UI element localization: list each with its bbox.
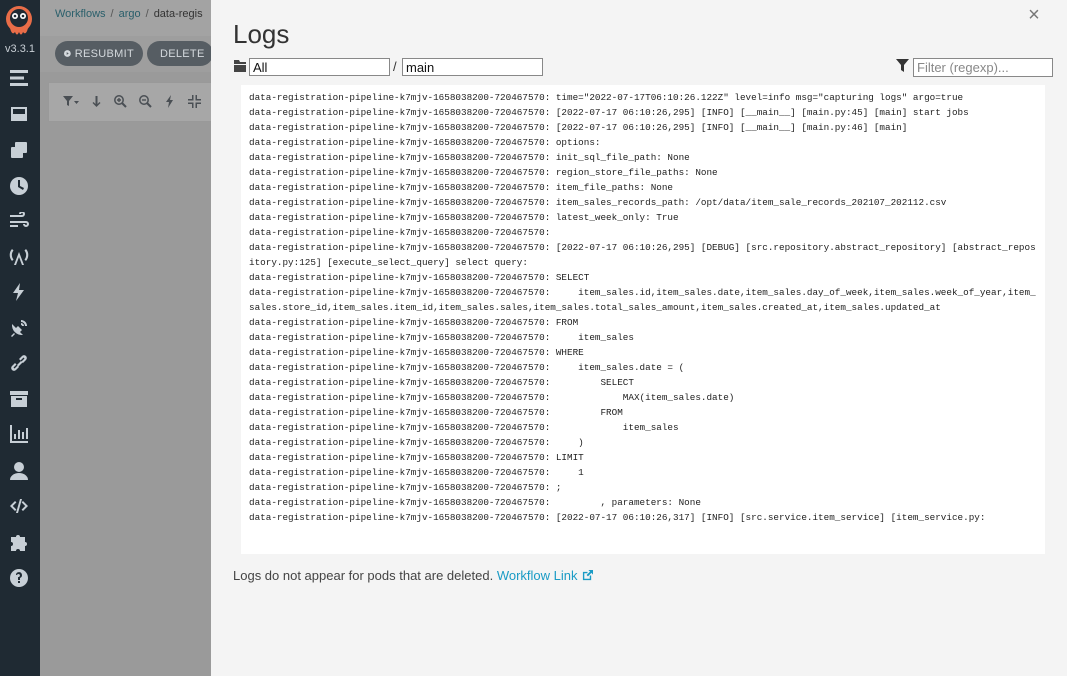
log-line: data-registration-pipeline-k7mjv-1658038… — [249, 182, 674, 193]
timeline-icon[interactable] — [8, 67, 30, 89]
chart-icon[interactable] — [8, 423, 30, 445]
breadcrumb-namespace[interactable]: argo — [119, 8, 141, 20]
bolt-small-icon[interactable] — [162, 93, 178, 109]
compress-icon[interactable] — [186, 93, 202, 109]
log-line: data-registration-pipeline-k7mjv-1658038… — [249, 347, 584, 358]
argo-logo[interactable] — [4, 4, 34, 38]
external-link-icon — [582, 569, 593, 581]
drawer-title: Logs — [233, 19, 290, 49]
log-line: data-registration-pipeline-k7mjv-1658038… — [249, 497, 701, 508]
stream-icon[interactable] — [8, 211, 30, 233]
close-icon[interactable]: × — [1025, 5, 1043, 25]
user-icon[interactable] — [8, 460, 30, 482]
log-line: data-registration-pipeline-k7mjv-1658038… — [249, 212, 679, 223]
log-line: data-registration-pipeline-k7mjv-1658038… — [249, 197, 947, 208]
filter-icon — [896, 59, 909, 73]
satellite-dish-icon[interactable] — [8, 317, 30, 339]
log-line: data-registration-pipeline-k7mjv-1658038… — [249, 392, 735, 403]
log-line: data-registration-pipeline-k7mjv-1658038… — [249, 242, 1036, 268]
log-line: data-registration-pipeline-k7mjv-1658038… — [249, 437, 584, 448]
breadcrumb-workflow: data-regis — [153, 8, 203, 20]
cube-icon — [233, 59, 247, 73]
delete-button[interactable]: DELETE — [147, 41, 213, 66]
workflow-link-label: Workflow Link — [496, 568, 578, 583]
broadcast-icon[interactable] — [8, 245, 30, 267]
log-line: data-registration-pipeline-k7mjv-1658038… — [249, 107, 969, 118]
separator: / — [393, 59, 397, 74]
delete-label: DELETE — [160, 47, 205, 60]
version-label: v3.3.1 — [5, 43, 35, 55]
zoom-in-icon[interactable] — [112, 93, 128, 109]
log-output[interactable]: data-registration-pipeline-k7mjv-1658038… — [241, 85, 1045, 554]
logs-footer: Logs do not appear for pods that are del… — [233, 568, 593, 583]
filter-dropdown-icon[interactable] — [60, 93, 82, 109]
pod-select-input[interactable] — [249, 58, 390, 76]
log-line: data-registration-pipeline-k7mjv-1658038… — [249, 137, 601, 148]
breadcrumb-workflows[interactable]: Workflows — [55, 8, 106, 20]
log-line: data-registration-pipeline-k7mjv-1658038… — [249, 377, 634, 388]
clone-icon[interactable] — [8, 139, 30, 161]
log-line: data-registration-pipeline-k7mjv-1658038… — [249, 332, 634, 343]
workflow-link[interactable]: Workflow Link — [497, 568, 593, 583]
log-line: data-registration-pipeline-k7mjv-1658038… — [249, 467, 584, 478]
log-line: data-registration-pipeline-k7mjv-1658038… — [249, 92, 964, 103]
container-input[interactable] — [402, 58, 543, 76]
resubmit-label: RESUBMIT — [74, 47, 134, 60]
log-line: data-registration-pipeline-k7mjv-1658038… — [249, 272, 590, 283]
zoom-out-icon[interactable] — [137, 93, 153, 109]
arrow-down-icon[interactable] — [88, 93, 104, 109]
archive-icon[interactable] — [8, 388, 30, 410]
bolt-icon[interactable] — [8, 281, 30, 303]
play-circle-icon — [64, 50, 71, 57]
log-line: data-registration-pipeline-k7mjv-1658038… — [249, 422, 679, 433]
resubmit-button[interactable]: RESUBMIT — [55, 41, 143, 66]
inbox-icon[interactable] — [8, 103, 30, 125]
breadcrumb: Workflows / argo / data-regis — [55, 8, 203, 20]
log-line: data-registration-pipeline-k7mjv-1658038… — [249, 407, 623, 418]
help-icon[interactable] — [8, 567, 30, 589]
filter-input[interactable] — [913, 58, 1053, 77]
log-line: data-registration-pipeline-k7mjv-1658038… — [249, 452, 584, 463]
code-icon[interactable] — [8, 495, 30, 517]
puzzle-icon[interactable] — [8, 531, 30, 553]
log-line: data-registration-pipeline-k7mjv-1658038… — [249, 362, 685, 373]
log-line: data-registration-pipeline-k7mjv-1658038… — [249, 512, 986, 523]
log-line: data-registration-pipeline-k7mjv-1658038… — [249, 167, 718, 178]
log-line: data-registration-pipeline-k7mjv-1658038… — [249, 122, 908, 133]
link-icon[interactable] — [8, 352, 30, 374]
clock-icon[interactable] — [8, 175, 30, 197]
log-line: data-registration-pipeline-k7mjv-1658038… — [249, 152, 690, 163]
log-line: data-registration-pipeline-k7mjv-1658038… — [249, 287, 1036, 313]
footer-note: Logs do not appear for pods that are del… — [233, 568, 494, 583]
log-line: data-registration-pipeline-k7mjv-1658038… — [249, 317, 579, 328]
log-line: data-registration-pipeline-k7mjv-1658038… — [249, 482, 562, 493]
log-line: data-registration-pipeline-k7mjv-1658038… — [249, 227, 551, 238]
side-nav: v3.3.1 — [0, 0, 40, 676]
